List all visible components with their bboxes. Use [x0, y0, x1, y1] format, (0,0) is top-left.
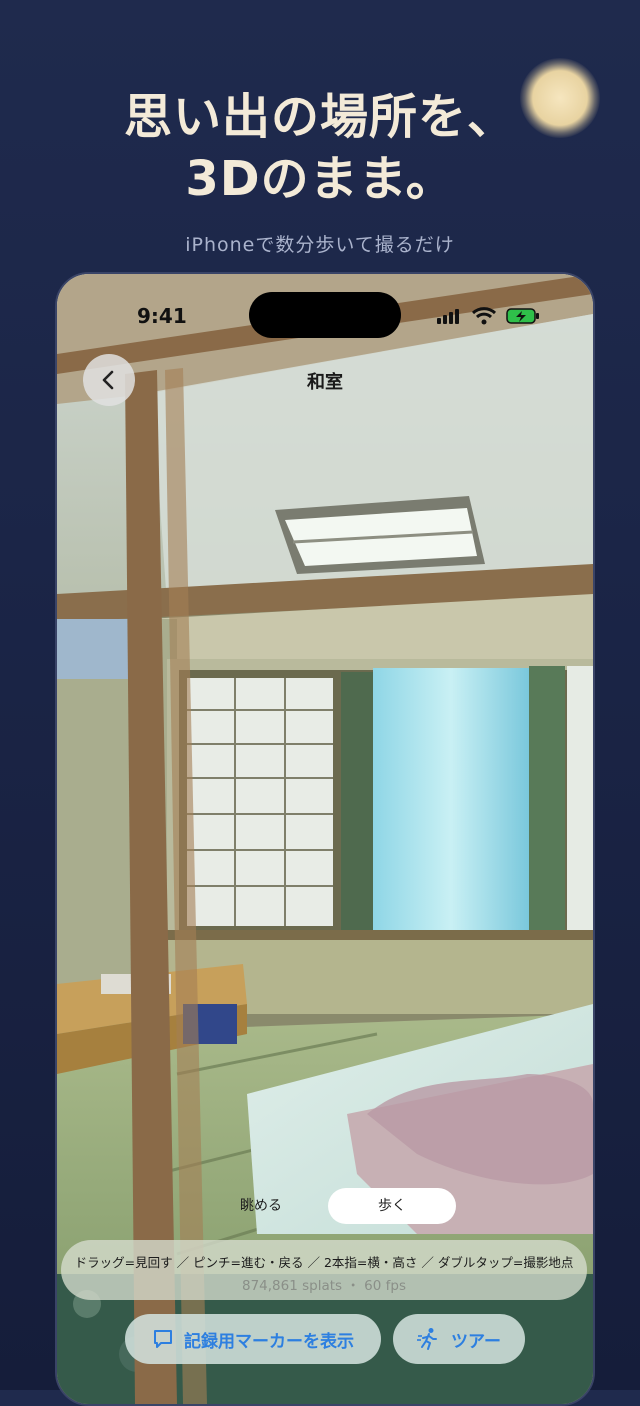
- show-marker-label: 記録用マーカーを表示: [184, 1331, 354, 1352]
- battery-icon: [506, 308, 539, 324]
- show-marker-button[interactable]: 記録用マーカーを表示: [125, 1314, 381, 1364]
- speech-bubble-icon: [154, 1330, 172, 1348]
- tour-button[interactable]: ツアー: [393, 1314, 525, 1364]
- phone-frame: 9:41 和室 眺める 歩く ドラッグ=見回す ／ ピンチ=進む・戻る ／ 2本…: [55, 272, 595, 1406]
- mode-look-button[interactable]: 眺める: [197, 1188, 325, 1224]
- gesture-help-panel: ドラッグ=見回す ／ ピンチ=進む・戻る ／ 2本指=横・高さ ／ ダブルタップ…: [61, 1240, 587, 1300]
- status-time: 9:41: [137, 304, 187, 328]
- dynamic-island: [249, 292, 401, 338]
- room-title: 和室: [307, 372, 343, 393]
- cellular-signal-icon: [437, 309, 459, 324]
- render-stats: 874,861 splats ・ 60 fps: [242, 1278, 406, 1294]
- mode-segmented-control: 眺める 歩く: [197, 1188, 459, 1230]
- walking-person-icon: [417, 1328, 437, 1350]
- headline-line1: 思い出の場所を、: [123, 89, 516, 145]
- mode-walk-button[interactable]: 歩く: [328, 1188, 456, 1224]
- room-3d-view[interactable]: [57, 274, 593, 1404]
- wifi-icon: [471, 307, 497, 325]
- headline-line2: 3Dのまま。: [185, 151, 455, 207]
- tour-label: ツアー: [451, 1331, 501, 1352]
- promo-subtitle: iPhoneで数分歩いて撮るだけ: [185, 234, 455, 256]
- gesture-help-text: ドラッグ=見回す ／ ピンチ=進む・戻る ／ 2本指=横・高さ ／ ダブルタップ…: [74, 1255, 574, 1270]
- status-icons: [437, 306, 547, 332]
